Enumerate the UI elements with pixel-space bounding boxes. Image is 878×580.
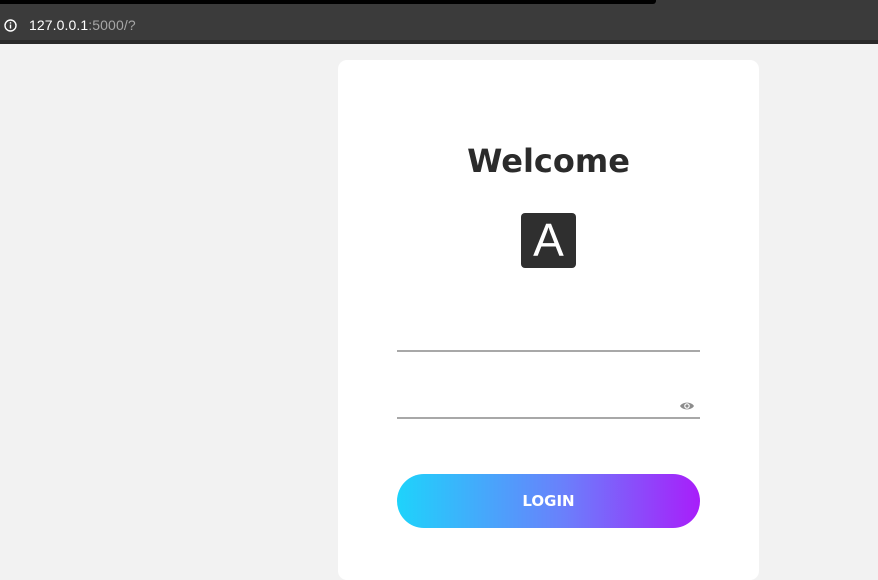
- password-input[interactable]: [397, 387, 700, 417]
- browser-tab[interactable]: [0, 0, 656, 4]
- logo: A: [521, 213, 576, 268]
- address-bar[interactable]: 127.0.0.1:5000/?: [0, 10, 878, 44]
- browser-tab-strip: [0, 0, 878, 10]
- url-path: :5000/?: [88, 17, 136, 33]
- username-input[interactable]: [397, 320, 700, 350]
- password-field-container: [397, 387, 700, 419]
- username-field-container: [397, 320, 700, 352]
- url-text[interactable]: 127.0.0.1:5000/?: [29, 17, 136, 33]
- login-button[interactable]: LOGIN: [397, 474, 700, 528]
- info-icon[interactable]: [4, 18, 17, 32]
- url-host: 127.0.0.1: [29, 17, 89, 33]
- eye-icon[interactable]: [679, 397, 695, 410]
- page-title: Welcome: [467, 142, 630, 180]
